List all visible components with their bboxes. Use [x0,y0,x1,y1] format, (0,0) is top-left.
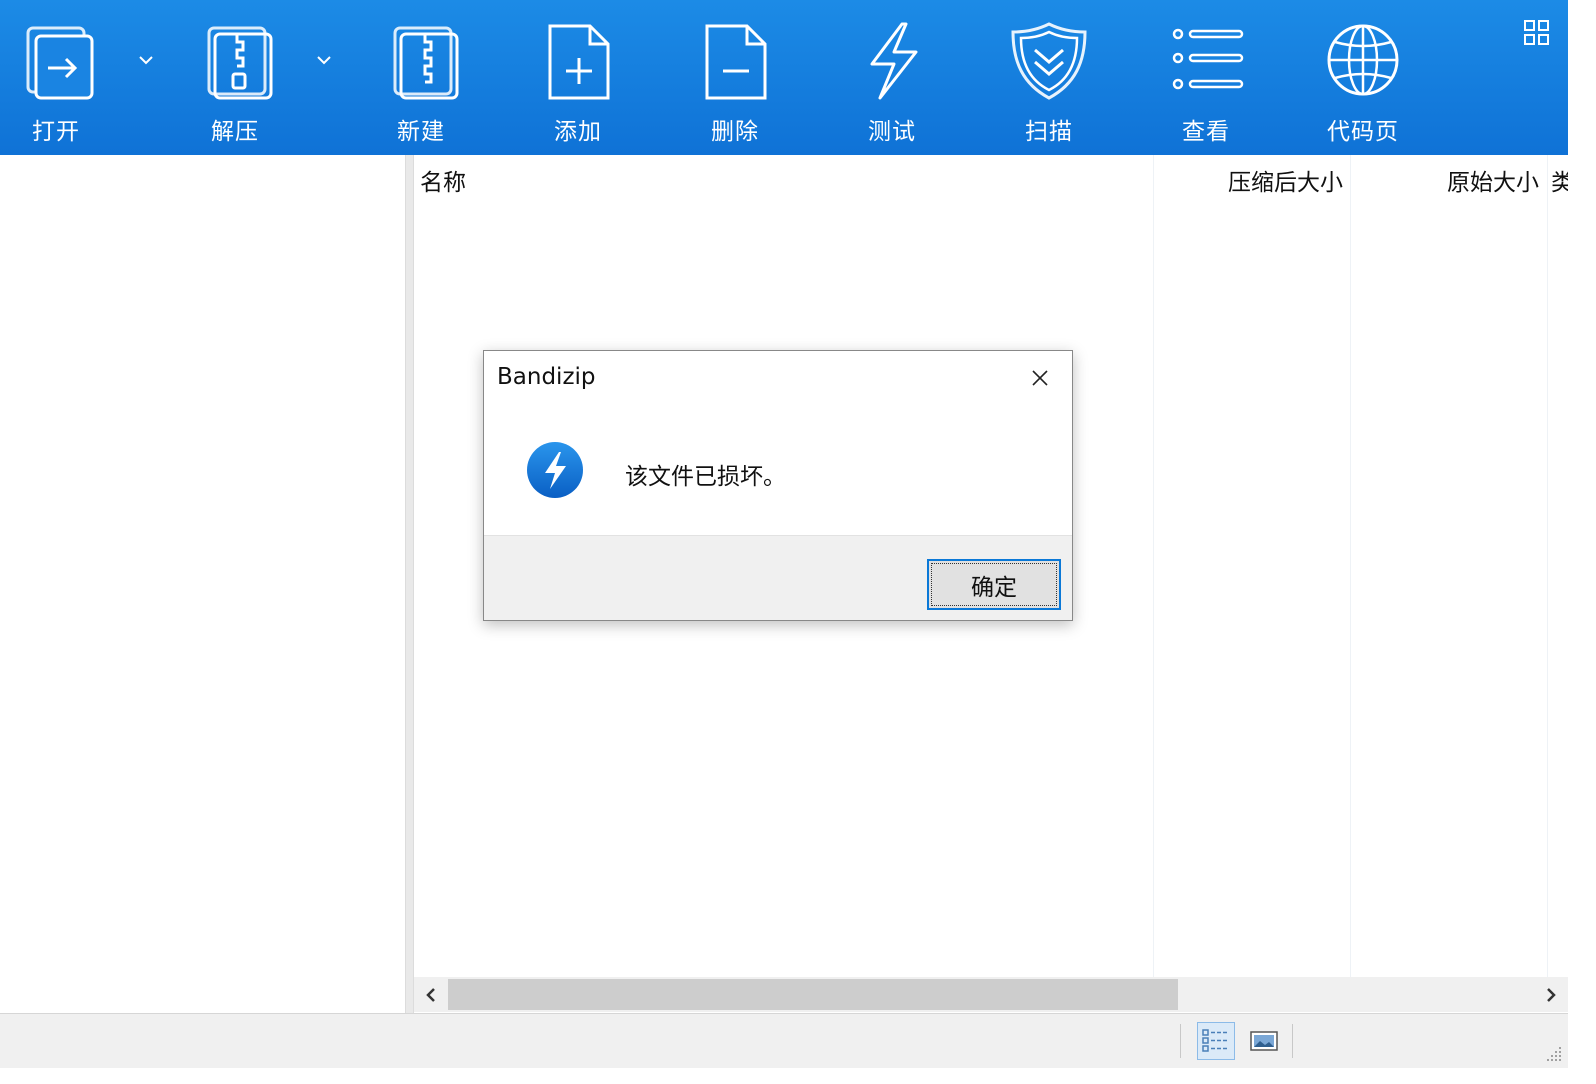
column-header-name[interactable]: 名称 [420,163,466,197]
bandizip-logo-icon [527,442,583,498]
test-button[interactable]: 测试 [832,18,952,148]
pane-splitter[interactable] [405,155,414,1013]
column-header-original-size[interactable]: 原始大小 [1447,163,1539,197]
scrollbar-thumb[interactable] [448,979,1178,1010]
scroll-left-arrow-icon[interactable] [414,977,448,1012]
column-divider [1350,155,1351,977]
column-divider [1153,155,1154,977]
open-label: 打开 [32,119,80,145]
details-view-icon [1202,1029,1229,1052]
test-lightning-icon [870,22,918,100]
status-bar [0,1013,1568,1068]
add-button[interactable]: 添加 [518,18,638,148]
close-icon [1032,370,1048,386]
open-icon [26,26,94,100]
details-view-button[interactable] [1197,1022,1235,1060]
dialog-title: Bandizip [497,364,596,390]
column-header-compressed-size[interactable]: 压缩后大小 [1228,163,1343,197]
extract-dropdown-chevron-icon[interactable] [310,45,338,75]
resize-grip-icon[interactable] [1544,1044,1564,1064]
window-bottom-edge [0,1068,1596,1084]
status-separator [1292,1024,1293,1058]
grid-menu-icon[interactable] [1522,18,1552,48]
horizontal-scrollbar[interactable] [414,977,1568,1012]
thumbnail-view-button[interactable] [1245,1022,1283,1060]
scroll-right-arrow-icon[interactable] [1534,977,1568,1012]
window-right-edge [1568,0,1596,1084]
add-label: 添加 [554,119,602,145]
open-dropdown-chevron-icon[interactable] [132,45,160,75]
codepage-label: 代码页 [1327,119,1399,145]
new-archive-label: 新建 [397,119,445,145]
delete-button[interactable]: 删除 [675,18,795,148]
view-label: 查看 [1182,119,1230,145]
codepage-button[interactable]: 代码页 [1303,18,1423,148]
open-button[interactable]: 打开 [0,18,116,148]
extract-button[interactable]: 解压 [175,18,295,148]
delete-label: 删除 [711,119,759,145]
column-divider [1547,155,1548,977]
folder-tree-pane[interactable] [0,155,405,1013]
status-separator [1180,1024,1181,1058]
dialog-footer: 确定 [484,535,1072,620]
scan-label: 扫描 [1025,119,1073,145]
scan-button[interactable]: 扫描 [989,18,1109,148]
extract-label: 解压 [211,119,259,145]
test-label: 测试 [868,119,916,145]
toolbar: 打开 解压 新建 添加 删除 测试 扫描 查看 代码页 [0,0,1568,155]
codepage-globe-icon [1327,24,1399,96]
view-list-icon [1172,28,1244,90]
new-archive-button[interactable]: 新建 [361,18,481,148]
scan-shield-icon [1011,22,1087,100]
thumbnail-view-icon [1250,1031,1278,1051]
ok-button[interactable]: 确定 [927,559,1061,610]
view-button[interactable]: 查看 [1146,18,1266,148]
dialog-close-button[interactable] [1022,363,1058,393]
dialog-message: 该文件已损坏。 [625,464,786,490]
column-header-type[interactable]: 类 [1551,163,1568,197]
extract-icon [207,26,273,100]
error-dialog: Bandizip 该文件已损坏。 确定 [483,350,1073,621]
add-file-icon [548,24,610,100]
new-archive-icon [393,26,459,100]
delete-file-icon [705,24,767,100]
